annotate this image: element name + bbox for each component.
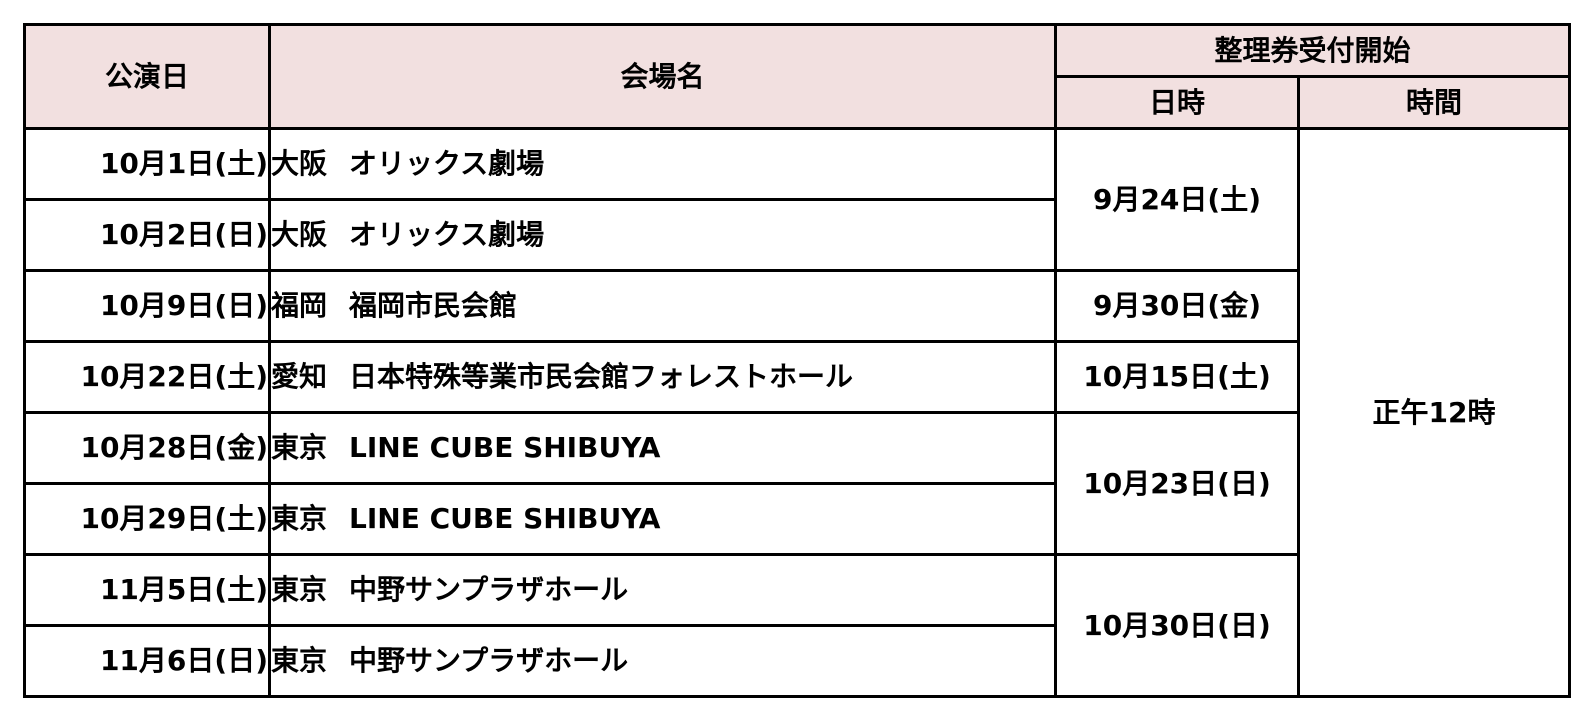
venue-name: オリックス劇場 [349,147,545,180]
performance-date: 10月28日(金) [23,411,271,485]
header-row: 公演日 会場名 整理券受付開始 [23,23,1572,130]
venue-cell: 東京 中野サンプラザホール [268,624,1057,698]
table-body: 10月1日(土) 大阪 オリックス劇場 9月24日(土) 正午12時 10月2日(… [23,127,1572,698]
venue-city: 大阪 [271,147,328,180]
venue-cell: 福岡 福岡市民会館 [268,269,1057,343]
performance-date: 10月9日(日) [23,269,271,343]
schedule-table: 公演日 会場名 整理券受付開始 日時 時間 10月1日(土) 大阪 オリックス劇場… [23,23,1572,698]
venue-city: 東京 [271,644,328,677]
venue-city: 福岡 [271,289,328,322]
ticket-date-header: 日時 [1054,75,1300,130]
performance-date: 11月5日(土) [23,553,271,627]
venue-city: 大阪 [271,218,328,251]
venue-cell: 東京 中野サンプラザホール [268,553,1057,627]
venue-city: 東京 [271,431,328,464]
venue-city: 東京 [271,573,328,606]
performance-date-header: 公演日 [23,23,271,130]
venue-name: オリックス劇場 [349,218,545,251]
ticket-date: 9月30日(金) [1054,269,1300,343]
venue-name: 中野サンプラザホール [349,644,629,677]
ticket-date: 10月23日(日) [1054,411,1300,556]
venue-name: 中野サンプラザホール [349,573,629,606]
venue-name: 福岡市民会館 [349,289,518,322]
ticket-time-header: 時間 [1296,75,1572,130]
performance-date: 11月6日(日) [23,624,271,698]
venue-cell: 大阪 オリックス劇場 [268,127,1057,201]
ticket-date: 9月24日(土) [1054,127,1300,272]
table-header: 公演日 会場名 整理券受付開始 日時 時間 [23,23,1572,130]
ticket-date: 10月15日(土) [1054,340,1300,414]
ticket-date: 10月30日(日) [1054,553,1300,698]
performance-date: 10月22日(土) [23,340,271,414]
venue-name: LINE CUBE SHIBUYA [349,431,661,464]
performance-date: 10月2日(日) [23,198,271,272]
ticket-time: 正午12時 [1296,127,1572,698]
venue-name: LINE CUBE SHIBUYA [349,502,661,535]
venue-city: 東京 [271,502,328,535]
venue-cell: 大阪 オリックス劇場 [268,198,1057,272]
ticket-start-header: 整理券受付開始 [1053,23,1572,78]
venue-cell: 東京 LINE CUBE SHIBUYA [268,482,1057,556]
performance-date: 10月1日(土) [23,127,271,201]
venue-name: 日本特殊等業市民会館フォレストホール [349,360,854,393]
venue-cell: 愛知 日本特殊等業市民会館フォレストホール [268,340,1057,414]
venue-city: 愛知 [271,360,328,393]
venue-header: 会場名 [268,23,1057,130]
performance-date: 10月29日(土) [23,482,271,556]
venue-cell: 東京 LINE CUBE SHIBUYA [268,411,1057,485]
table-row: 10月1日(土) 大阪 オリックス劇場 9月24日(土) 正午12時 [23,127,1572,698]
